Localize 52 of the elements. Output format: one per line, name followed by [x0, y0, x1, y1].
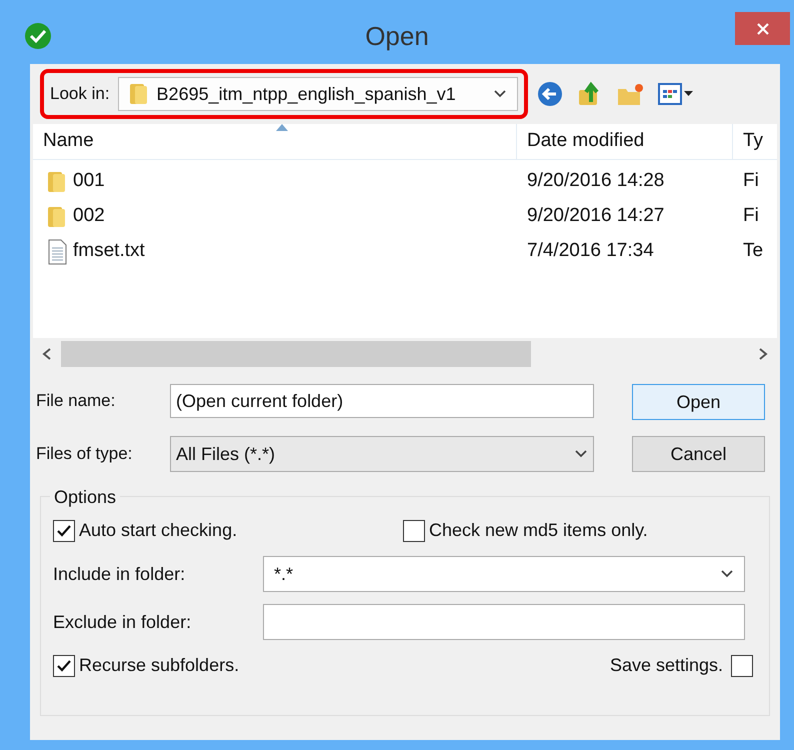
check-circle-icon: [24, 22, 52, 50]
file-name-field[interactable]: (Open current folder): [170, 384, 594, 418]
file-type: Fi: [743, 204, 759, 228]
checkbox[interactable]: [403, 520, 425, 542]
new-folder-icon[interactable]: [616, 81, 646, 107]
cancel-button[interactable]: Cancel: [632, 436, 765, 472]
close-icon: [756, 22, 770, 36]
date-modified: 9/20/2016 14:28: [527, 169, 664, 194]
checkbox[interactable]: [53, 654, 75, 676]
scrollbar-thumb[interactable]: [61, 341, 531, 367]
checkbox[interactable]: [731, 654, 753, 676]
date-modified: 9/20/2016 14:27: [527, 204, 664, 228]
file-type: Te: [743, 239, 764, 264]
file-name[interactable]: 002: [73, 202, 105, 231]
close-button[interactable]: [735, 12, 790, 45]
md5-only-label: Check new md5 items only.: [429, 519, 648, 542]
date-modified: 7/4/2016 17:34: [527, 239, 654, 264]
chevron-down-icon: [492, 89, 507, 99]
open-button[interactable]: Open: [632, 384, 765, 420]
checkmark-icon: [56, 522, 72, 538]
file-type: Fi: [743, 169, 759, 194]
recurse-label: Recurse subfolders.: [79, 654, 240, 677]
folder-icon: [128, 82, 149, 106]
look-in-label: Look in:: [50, 83, 110, 106]
auto-start-label: Auto start checking.: [79, 519, 238, 542]
column-header[interactable]: Ty: [733, 124, 777, 159]
checkbox[interactable]: [53, 520, 75, 542]
exclude-field[interactable]: [263, 604, 745, 640]
sort-arrow-icon: [276, 124, 288, 131]
file-name[interactable]: 001: [73, 167, 105, 196]
save-settings-label: Save settings.: [610, 654, 723, 677]
look-in-value: B2695_itm_ntpp_english_spanish_v1: [156, 82, 457, 106]
window-title: Open: [365, 20, 429, 52]
chevron-down-icon: [574, 449, 588, 459]
column-header[interactable]: Date modified: [517, 124, 733, 159]
chevron-down-icon: [720, 569, 734, 579]
include-label: Include in folder:: [53, 562, 186, 586]
view-menu-icon[interactable]: [658, 82, 694, 106]
scroll-left-icon[interactable]: [41, 347, 53, 361]
file-type-dropdown[interactable]: All Files (*.*): [170, 436, 594, 472]
folder-icon: [47, 170, 67, 194]
column-header[interactable]: Name: [33, 124, 517, 159]
exclude-label: Exclude in folder:: [53, 610, 192, 634]
text-file-icon: [47, 238, 67, 264]
include-dropdown[interactable]: *.*: [263, 556, 745, 592]
folder-icon: [47, 204, 67, 228]
file-type-label: Files of type:: [36, 443, 134, 466]
look-in-dropdown[interactable]: B2695_itm_ntpp_english_spanish_v1: [118, 77, 518, 111]
checkmark-icon: [56, 658, 72, 674]
file-name-label: File name:: [36, 390, 116, 412]
file-name[interactable]: fmset.txt: [73, 237, 145, 266]
scroll-right-icon[interactable]: [757, 347, 769, 361]
